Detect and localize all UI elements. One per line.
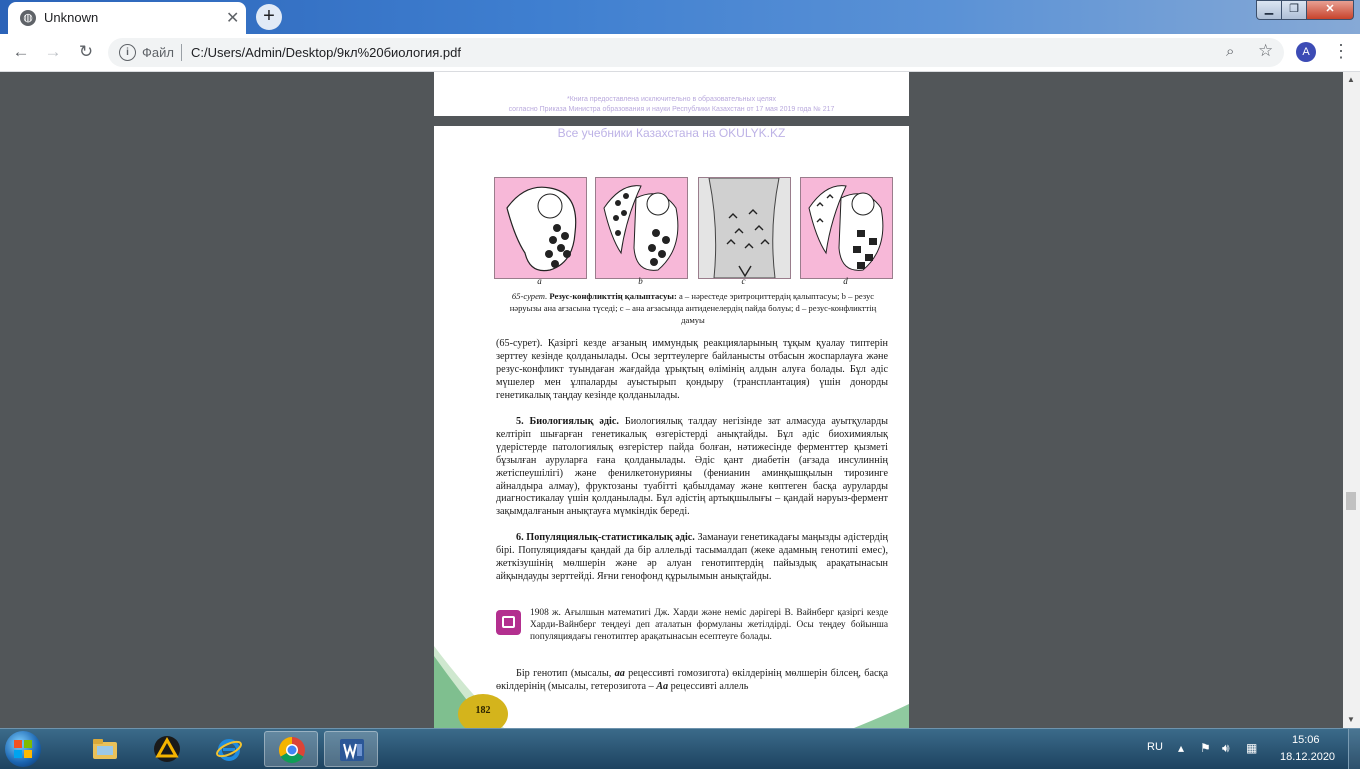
url-text[interactable]: C:/Users/Admin/Desktop/9кл%20биология.pd… — [191, 45, 461, 60]
start-button[interactable] — [5, 731, 41, 767]
close-window-button[interactable]: ✕ — [1306, 0, 1354, 20]
paragraph-2: 5. Биологиялық әдіс. Биологиялық талдау … — [496, 416, 888, 519]
bookmark-star-icon[interactable]: ☆ — [1258, 41, 1273, 61]
historical-note: 1908 ж. Ағылшын математигі Дж. Харди жән… — [530, 608, 888, 642]
back-arrow-icon[interactable]: ← — [9, 40, 33, 64]
language-indicator[interactable]: RU — [1147, 741, 1163, 753]
caption-lead: 65-сурет. — [511, 291, 548, 301]
url-separator — [181, 44, 182, 61]
book-note-icon — [496, 610, 521, 635]
clock-date[interactable]: 18.12.2020 — [1280, 751, 1335, 763]
tab-active[interactable]: ◍ Unknown ✕ — [8, 2, 246, 34]
figure-a-embryo — [494, 177, 587, 279]
word-icon — [340, 739, 364, 761]
figure-c-mother — [698, 177, 791, 279]
paragraph-4: Бір генотип (мысалы, aa рецессивті гомоз… — [496, 668, 888, 694]
internet-explorer-icon — [216, 739, 242, 761]
watermark: Все учебники Казахстана на OKULYK.KZ — [557, 126, 786, 140]
tray-expand-icon[interactable]: ▴ — [1178, 741, 1184, 755]
menu-dots-icon[interactable]: ⋮ — [1332, 42, 1350, 60]
pdf-page-previous: *Книга предоставлена исключительно в обр… — [434, 72, 909, 116]
info-icon[interactable]: i — [119, 44, 136, 61]
browser-toolbar: ← → ↻ i Файл C:/Users/Admin/Desktop/9кл%… — [0, 34, 1360, 72]
page-number-badge: 182 — [458, 694, 508, 728]
taskbar-word[interactable] — [324, 731, 378, 767]
tab-title: Unknown — [44, 10, 99, 25]
chrome-icon — [278, 736, 305, 764]
taskbar-app-triangle[interactable] — [140, 731, 194, 767]
caption-title: Резус-конфликттің қалыптасуы: — [549, 291, 677, 301]
paragraph-2-title: 5. Биологиялық әдіс. — [516, 416, 619, 427]
figure-label-c: c — [741, 276, 746, 286]
figure-d-embryo — [800, 177, 893, 279]
paragraph-2-body: Биологиялық талдау негізінде зат алмасуд… — [496, 416, 889, 518]
paragraph-4-part-3: рецессивті аллель — [670, 680, 749, 692]
address-bar[interactable]: i Файл C:/Users/Admin/Desktop/9кл%20биол… — [108, 38, 1284, 67]
tab-close-icon[interactable]: ✕ — [226, 8, 239, 28]
scroll-up-arrow-icon[interactable]: ▲ — [1347, 75, 1355, 84]
folder-icon — [93, 739, 117, 759]
footnote-line-2: согласно Приказа Министра образования и … — [508, 106, 835, 113]
profile-avatar[interactable]: A — [1296, 42, 1316, 62]
taskbar-explorer[interactable] — [78, 731, 132, 767]
taskbar-internet-explorer[interactable] — [202, 731, 256, 767]
volume-icon[interactable]: 🔊︎ — [1222, 741, 1230, 756]
tab-strip: ◍ Unknown ✕ + ▁ ❐ ✕ — [0, 0, 1360, 34]
windows-taskbar: RU ▴ ⚑ 🔊︎ ▦ 15:06 18.12.2020 — [0, 728, 1360, 769]
flag-icon[interactable]: ⚑ — [1200, 741, 1211, 755]
new-tab-button[interactable]: + — [256, 4, 282, 30]
figure-label-d: d — [843, 276, 848, 286]
figure-b-embryo — [595, 177, 688, 279]
genotype-Aa: Aa — [656, 680, 669, 692]
triangle-app-icon — [154, 736, 180, 762]
genotype-aa: aa — [614, 668, 625, 679]
minimize-button[interactable]: ▁ — [1256, 0, 1282, 20]
zoom-icon[interactable]: ⌕ — [1226, 43, 1234, 60]
reload-icon[interactable]: ↻ — [74, 40, 98, 64]
url-scheme-label: Файл — [142, 45, 174, 60]
maximize-button[interactable]: ❐ — [1281, 0, 1307, 20]
taskbar-chrome[interactable] — [264, 731, 318, 767]
scroll-thumb[interactable] — [1346, 492, 1356, 510]
paragraph-1: (65-сурет). Қазіргі кезде ағзаның иммунд… — [496, 338, 888, 401]
figure-label-b: b — [638, 276, 643, 286]
figure-label-a: a — [537, 276, 542, 286]
paragraph-3: 6. Популяциялық-статистикалық әдіс. Зама… — [496, 532, 888, 584]
vertical-scrollbar[interactable]: ▲ ▼ — [1343, 72, 1360, 728]
globe-icon: ◍ — [20, 10, 36, 26]
pdf-page-current: Все учебники Казахстана на OKULYK.KZ a b… — [434, 126, 909, 728]
paragraph-3-title: 6. Популяциялық-статистикалық әдіс. — [516, 532, 695, 543]
figure-caption: 65-сурет. Резус-конфликттің қалыптасуы: … — [508, 290, 878, 326]
paragraph-4-part-1: Бір генотип (мысалы, — [516, 668, 612, 679]
clock-time[interactable]: 15:06 — [1292, 734, 1320, 746]
forward-arrow-icon[interactable]: → — [41, 40, 65, 64]
scroll-down-arrow-icon[interactable]: ▼ — [1347, 715, 1355, 724]
network-icon[interactable]: ▦ — [1246, 741, 1257, 755]
windows-logo-icon — [14, 740, 32, 758]
footnote-line-1: *Книга предоставлена исключительно в обр… — [567, 96, 776, 103]
show-desktop-button[interactable] — [1348, 729, 1360, 769]
